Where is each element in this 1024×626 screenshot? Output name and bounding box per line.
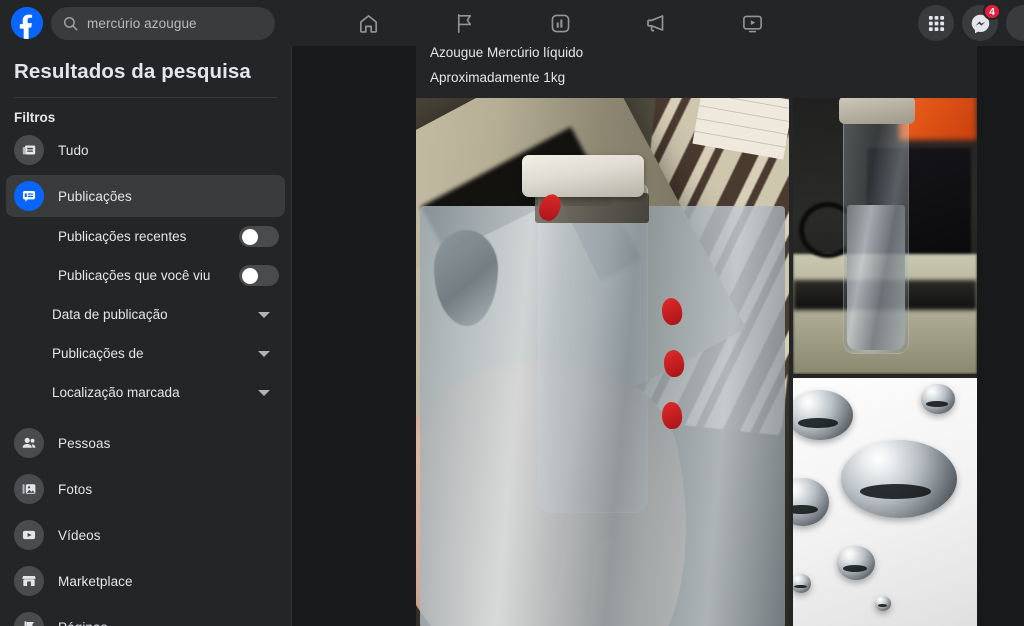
chart-icon [551,14,569,32]
nav-insights-button[interactable] [512,1,608,45]
chevron-down-icon [258,350,270,357]
top-navigation-bar: mercúrio azougue 4 [0,0,1024,46]
photo-mercury-droplets[interactable] [793,378,977,626]
post-text-block: Azougue Mercúrio líquido Aproximadamente… [416,46,977,89]
sidebar-item-marketplace-label: Marketplace [58,573,133,589]
chevron-down-icon [258,389,270,396]
toggle-knob [241,267,258,284]
filter-post-date-label: Data de publicação [52,307,168,322]
nav-pages-button[interactable] [416,1,512,45]
posts-chat-icon [14,181,44,211]
video-icon [14,520,44,550]
home-icon [359,14,377,33]
filter-posts-from-label: Publicações de [52,346,144,361]
sidebar-item-fotos[interactable]: Fotos [6,468,285,510]
topbar-right-group: 4 [918,3,1024,41]
photo-mercury-droplets-image [793,378,977,626]
sidebar-item-videos-label: Vídeos [58,527,101,543]
sidebar-item-pessoas[interactable]: Pessoas [6,422,285,464]
search-input[interactable]: mercúrio azougue [51,6,275,40]
sidebar-item-paginas-label: Páginas [58,620,108,626]
nav-home-button[interactable] [320,1,416,45]
megaphone-icon [647,15,664,32]
photo-jar-on-desk[interactable] [793,98,977,374]
post-text-line-2: Aproximadamente 1kg [430,70,566,85]
messenger-button[interactable]: 4 [962,3,1001,41]
sidebar-item-tudo-label: Tudo [58,142,89,158]
post-card: Azougue Mercúrio líquido Aproximadamente… [416,46,977,626]
filter-tagged-location-label: Localização marcada [52,385,180,400]
sidebar-item-publicacoes-label: Publicações [58,188,132,204]
sidebar-item-paginas[interactable]: Páginas [6,606,285,626]
sidebar-item-fotos-label: Fotos [58,481,93,497]
filter-post-date-dropdown[interactable]: Data de publicação [6,295,279,334]
photo-grid-right-column [793,98,977,626]
filter-seen-posts-row[interactable]: Publicações que você viu [6,256,279,295]
marketplace-store-icon [14,566,44,596]
photo-hand-holding-jar[interactable] [416,98,789,626]
toggle-knob [241,228,258,245]
photo-hand-holding-jar-image [416,98,789,626]
filter-recent-posts-toggle[interactable] [239,226,279,247]
search-results-main: Azougue Mercúrio líquido Aproximadamente… [293,46,1024,626]
photo-jar-on-desk-image [793,98,977,374]
facebook-logo-icon[interactable] [11,7,43,39]
account-button[interactable] [1006,5,1024,41]
post-photo-grid [416,98,977,626]
nav-watch-button[interactable] [704,1,800,45]
flag-icon [457,13,471,33]
sidebar-item-tudo[interactable]: Tudo [6,129,285,171]
topbar-left-group: mercúrio azougue [0,6,275,40]
filter-seen-posts-toggle[interactable] [239,265,279,286]
topbar-nav-group [275,1,918,45]
sidebar-item-videos[interactable]: Vídeos [6,514,285,556]
chevron-down-icon [258,311,270,318]
filter-recent-posts-label: Publicações recentes [58,229,187,244]
grid-apps-icon [928,15,944,31]
people-icon [14,428,44,458]
video-screen-icon [742,15,762,32]
filters-heading: Filtros [14,110,56,125]
page-title: Resultados da pesquisa [14,60,251,83]
pages-flag-icon [14,612,44,626]
photo-icon [14,474,44,504]
search-filters-sidebar: Resultados da pesquisa Filtros Tudo Publ… [0,46,292,626]
news-feed-icon [14,135,44,165]
filter-posts-from-dropdown[interactable]: Publicações de [6,334,279,373]
search-input-value: mercúrio azougue [87,15,197,31]
apps-grid-button[interactable] [918,5,954,41]
filter-tagged-location-dropdown[interactable]: Localização marcada [6,373,279,412]
filter-recent-posts-row[interactable]: Publicações recentes [6,217,279,256]
sidebar-item-pessoas-label: Pessoas [58,435,111,451]
search-icon [63,16,78,30]
filter-seen-posts-label: Publicações que você viu [58,268,211,283]
nav-ads-button[interactable] [608,1,704,45]
sidebar-item-publicacoes[interactable]: Publicações [6,175,285,217]
post-text-line-1: Azougue Mercúrio líquido [430,46,584,60]
sidebar-item-marketplace[interactable]: Marketplace [6,560,285,602]
messenger-badge: 4 [983,3,1001,20]
